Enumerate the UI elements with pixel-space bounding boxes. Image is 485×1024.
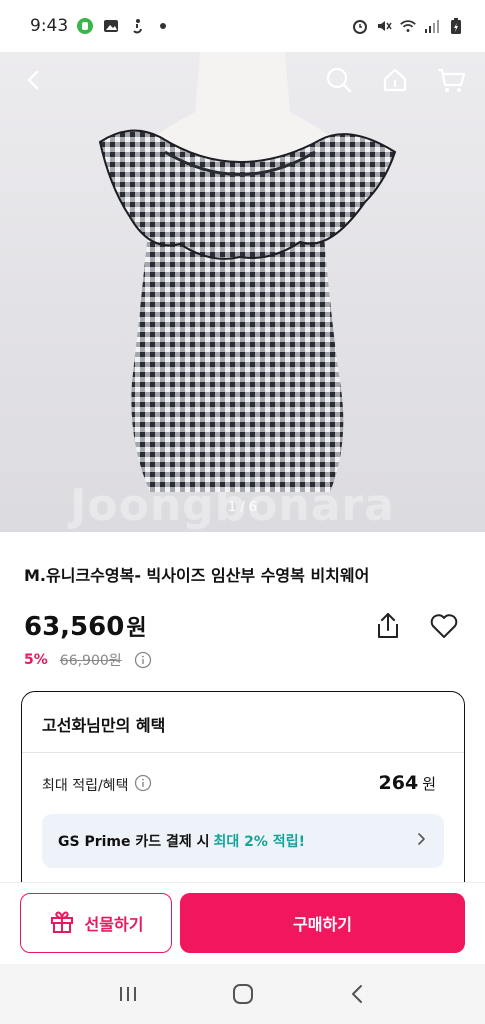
status-bar: 9:43 [0,0,485,52]
cart-icon[interactable] [435,64,467,96]
reward-value: 264 원 [379,772,436,794]
info-icon[interactable] [134,651,152,669]
gift-icon [49,908,75,938]
carousel-page-indicator: 1 / 6 [227,500,258,515]
battery-icon [447,17,465,35]
price-value: 63,560 [24,612,125,642]
back-icon[interactable] [18,64,50,96]
wifi-icon [399,17,417,35]
promo-highlight: 최대 2% 적립! [213,834,305,850]
discount-percent: 5% [24,652,48,668]
product-price: 63,560원 [24,610,147,642]
home-button-icon[interactable] [223,974,263,1014]
divider [22,752,464,753]
buy-button-label: 구매하기 [293,915,352,934]
mute-icon [375,17,393,35]
bottom-action-bar: 선물하기 구매하기 [0,882,485,964]
search-icon[interactable] [323,64,355,96]
reward-amount: 264 [378,772,419,794]
buy-button[interactable]: 구매하기 [180,893,465,953]
promo-text: GS Prime 카드 결제 시 [58,834,210,850]
reward-label-row: 최대 적립/혜택 [42,774,152,796]
accessibility-icon [128,17,146,35]
hero-top-nav [0,52,485,108]
gallery-icon [102,17,120,35]
home-icon[interactable] [379,64,411,96]
system-navigation-bar [0,964,485,1024]
share-icon[interactable] [372,610,404,642]
recent-apps-icon[interactable] [108,974,148,1014]
reward-info-icon[interactable] [134,774,152,796]
product-image-carousel[interactable]: Joongbonara 1 / 6 [0,52,485,532]
benefit-title: 고선화님만의 혜택 [42,716,166,735]
dot-icon [154,17,172,35]
gift-button[interactable]: 선물하기 [20,893,172,953]
line-app-icon [76,17,94,35]
alarm-icon [351,17,369,35]
gift-button-label: 선물하기 [84,915,144,934]
heart-icon[interactable] [428,610,460,642]
reward-unit: 원 [422,775,436,793]
discount-row: 5% 66,900원 [24,650,152,670]
price-unit: 원 [126,616,147,641]
chevron-right-icon [414,832,428,850]
product-photo [98,52,397,492]
reward-label: 최대 적립/혜택 [42,778,129,794]
card-promo-banner[interactable]: GS Prime 카드 결제 시 최대 2% 적립! [42,814,444,868]
status-time: 9:43 [30,16,69,36]
signal-icon [423,17,441,35]
back-button-icon[interactable] [338,974,378,1014]
product-title: M.유니크수영복- 빅사이즈 임산부 수영복 비치웨어 [24,566,370,585]
benefit-card: 고선화님만의 혜택 최대 적립/혜택 264 원 GS Prime 카드 결제 시… [21,691,465,911]
original-price: 66,900원 [59,653,122,669]
